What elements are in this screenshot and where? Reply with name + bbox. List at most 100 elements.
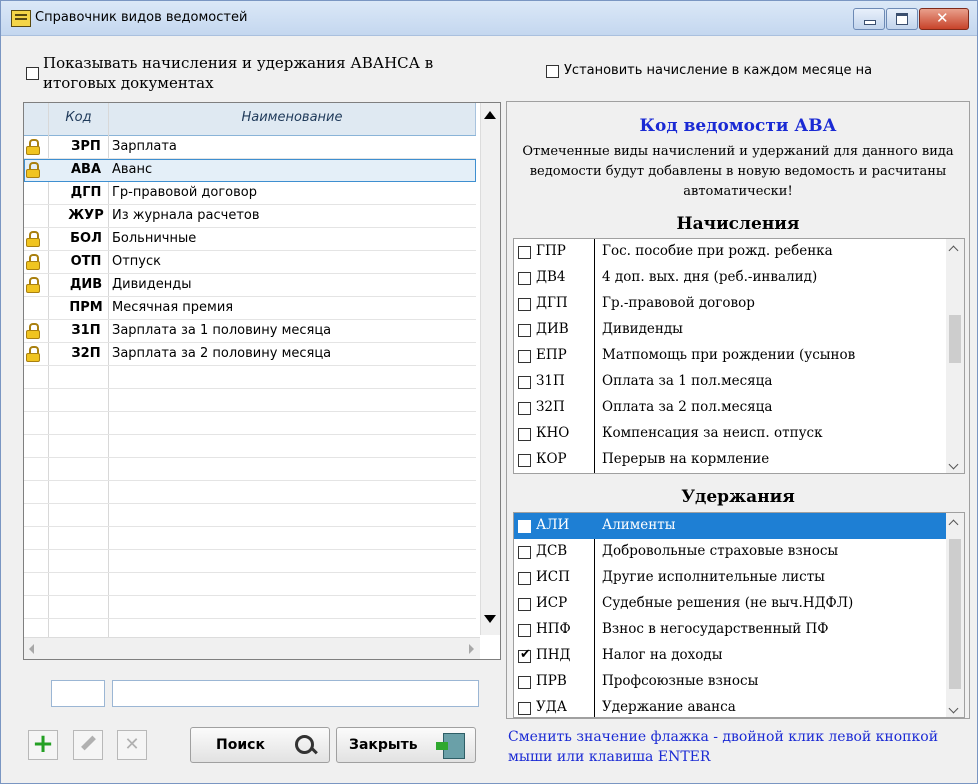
row-checkbox[interactable] (518, 572, 531, 585)
row-checkbox[interactable] (518, 702, 531, 715)
scroll-right-icon[interactable] (469, 644, 474, 654)
name-input[interactable] (112, 680, 479, 707)
table-row[interactable]: ЗРП Зарплата (24, 136, 476, 159)
table-horizontal-scrollbar[interactable] (24, 637, 480, 659)
deductions-list[interactable]: АЛИ Алименты ДСВ Добровольные страховые взн… (513, 512, 965, 718)
table-row[interactable] (24, 366, 476, 389)
checklist-row[interactable]: ДГП Гр.-правовой договор (514, 291, 964, 317)
deductions-scrollbar[interactable] (946, 513, 964, 717)
row-checkbox[interactable] (518, 428, 531, 441)
table-row[interactable]: ОТП Отпуск (24, 251, 476, 274)
row-checkbox[interactable] (518, 624, 531, 637)
checklist-row[interactable]: ПРВ Профсоюзные взносы (514, 669, 964, 695)
edit-button[interactable] (73, 730, 103, 760)
table-row[interactable]: З2П Зарплата за 2 половину месяца (24, 343, 476, 366)
checklist-row[interactable]: З2П Оплата за 2 пол.месяца (514, 395, 964, 421)
header-lock-col (24, 103, 49, 135)
scroll-thumb[interactable] (949, 315, 961, 363)
row-checkbox[interactable] (518, 272, 531, 285)
table-row[interactable] (24, 550, 476, 573)
row-name: Судебные решения (не выч.НДФЛ) (602, 595, 854, 611)
title-bar[interactable]: Справочник видов ведомостей (1, 1, 977, 36)
show-advance-checkbox[interactable] (26, 67, 39, 80)
checklist-row[interactable]: ДСВ Добровольные страховые взносы (514, 539, 964, 565)
table-row[interactable]: АВА Аванс (24, 159, 476, 182)
row-name: Дивиденды (602, 321, 683, 337)
table-row[interactable]: З1П Зарплата за 1 половину месяца (24, 320, 476, 343)
checklist-row[interactable]: УДА Удержание аванса (514, 695, 964, 717)
table-row[interactable] (24, 412, 476, 435)
row-code: ДИВ (536, 321, 569, 337)
row-checkbox[interactable] (518, 546, 531, 559)
row-checkbox[interactable] (518, 598, 531, 611)
add-button[interactable]: + (28, 730, 58, 760)
checklist-row[interactable]: З1П Оплата за 1 пол.месяца (514, 369, 964, 395)
table-row[interactable] (24, 389, 476, 412)
checklist-row[interactable]: ПНД Налог на доходы (514, 643, 964, 669)
table-row[interactable] (24, 458, 476, 481)
table-row[interactable]: ПРМ Месячная премия (24, 297, 476, 320)
table-row[interactable]: ДИВ Дивиденды (24, 274, 476, 297)
table-row[interactable] (24, 481, 476, 504)
checklist-row[interactable]: ИСП Другие исполнительные листы (514, 565, 964, 591)
checklist-row[interactable]: НПФ Взнос в негосударственный ПФ (514, 617, 964, 643)
lock-icon (26, 277, 40, 293)
table-vertical-scrollbar[interactable] (480, 103, 500, 635)
checklist-row[interactable]: АЛИ Алименты (514, 513, 964, 539)
scroll-down-icon[interactable] (484, 615, 496, 623)
hint-text: Сменить значение флажка - двойной клик л… (508, 729, 939, 765)
chevron-down-icon[interactable] (948, 703, 959, 714)
header-name[interactable]: Наименование (109, 103, 476, 135)
table-row[interactable] (24, 504, 476, 527)
checklist-row[interactable]: МАТМ (514, 473, 964, 474)
accruals-list[interactable]: ГПР Гос. пособие при рожд. ребенка ДВ4 4 до… (513, 238, 965, 474)
scroll-up-icon[interactable] (484, 111, 496, 119)
row-checkbox[interactable] (518, 520, 531, 533)
row-checkbox[interactable] (518, 350, 531, 363)
scroll-thumb[interactable] (949, 539, 961, 689)
table-row[interactable]: ДГП Гр-правовой договор (24, 182, 476, 205)
row-name: Оплата за 2 пол.месяца (602, 399, 773, 415)
checklist-row[interactable]: ДВ4 4 доп. вых. дня (реб.-инвалид) (514, 265, 964, 291)
header-code[interactable]: Код (49, 103, 109, 135)
monthly-checkbox[interactable] (546, 65, 559, 78)
row-name: Профсоюзные взносы (602, 673, 759, 689)
search-button[interactable]: Поиск (190, 727, 330, 763)
close-button[interactable]: Закрыть (336, 727, 476, 763)
lock-icon (26, 139, 40, 155)
row-checkbox[interactable] (518, 298, 531, 311)
checklist-row[interactable]: КНО Компенсация за неисп. отпуск (514, 421, 964, 447)
close-window-button[interactable] (919, 8, 969, 30)
lock-icon (26, 162, 40, 178)
table-row[interactable] (24, 435, 476, 458)
checklist-row[interactable]: ИСР Судебные решения (не выч.НДФЛ) (514, 591, 964, 617)
checklist-row[interactable]: ГПР Гос. пособие при рожд. ребенка (514, 239, 964, 265)
maximize-button[interactable] (886, 8, 918, 30)
row-checkbox[interactable] (518, 402, 531, 415)
row-checkbox[interactable] (518, 376, 531, 389)
row-name: Компенсация за неисп. отпуск (602, 425, 823, 441)
row-checkbox[interactable] (518, 647, 531, 663)
checklist-row[interactable]: ЕПР Матпомощь при рождении (усынов (514, 343, 964, 369)
table-row[interactable] (24, 527, 476, 550)
accruals-scrollbar[interactable] (946, 239, 964, 473)
checklist-row[interactable]: КОР Перерыв на кормление (514, 447, 964, 473)
row-checkbox[interactable] (518, 246, 531, 259)
table-row[interactable]: БОЛ Больничные (24, 228, 476, 251)
table-row[interactable] (24, 596, 476, 619)
row-checkbox[interactable] (518, 676, 531, 689)
statement-types-table[interactable]: Код Наименование ЗРП Зарплата АВА Аванс ДГП Г… (23, 102, 501, 660)
chevron-up-icon[interactable] (948, 519, 959, 530)
scroll-left-icon[interactable] (29, 644, 34, 654)
checklist-row[interactable]: ДИВ Дивиденды (514, 317, 964, 343)
minimize-button[interactable] (853, 8, 885, 30)
code-input[interactable] (51, 680, 105, 707)
row-checkbox[interactable] (518, 324, 531, 337)
table-row[interactable] (24, 573, 476, 596)
row-checkbox[interactable] (518, 454, 531, 467)
delete-button[interactable]: ✕ (117, 730, 147, 760)
chevron-down-icon[interactable] (948, 459, 959, 470)
table-row[interactable]: ЖУР Из журнала расчетов (24, 205, 476, 228)
chevron-up-icon[interactable] (948, 245, 959, 256)
row-name: Зарплата (112, 139, 177, 154)
